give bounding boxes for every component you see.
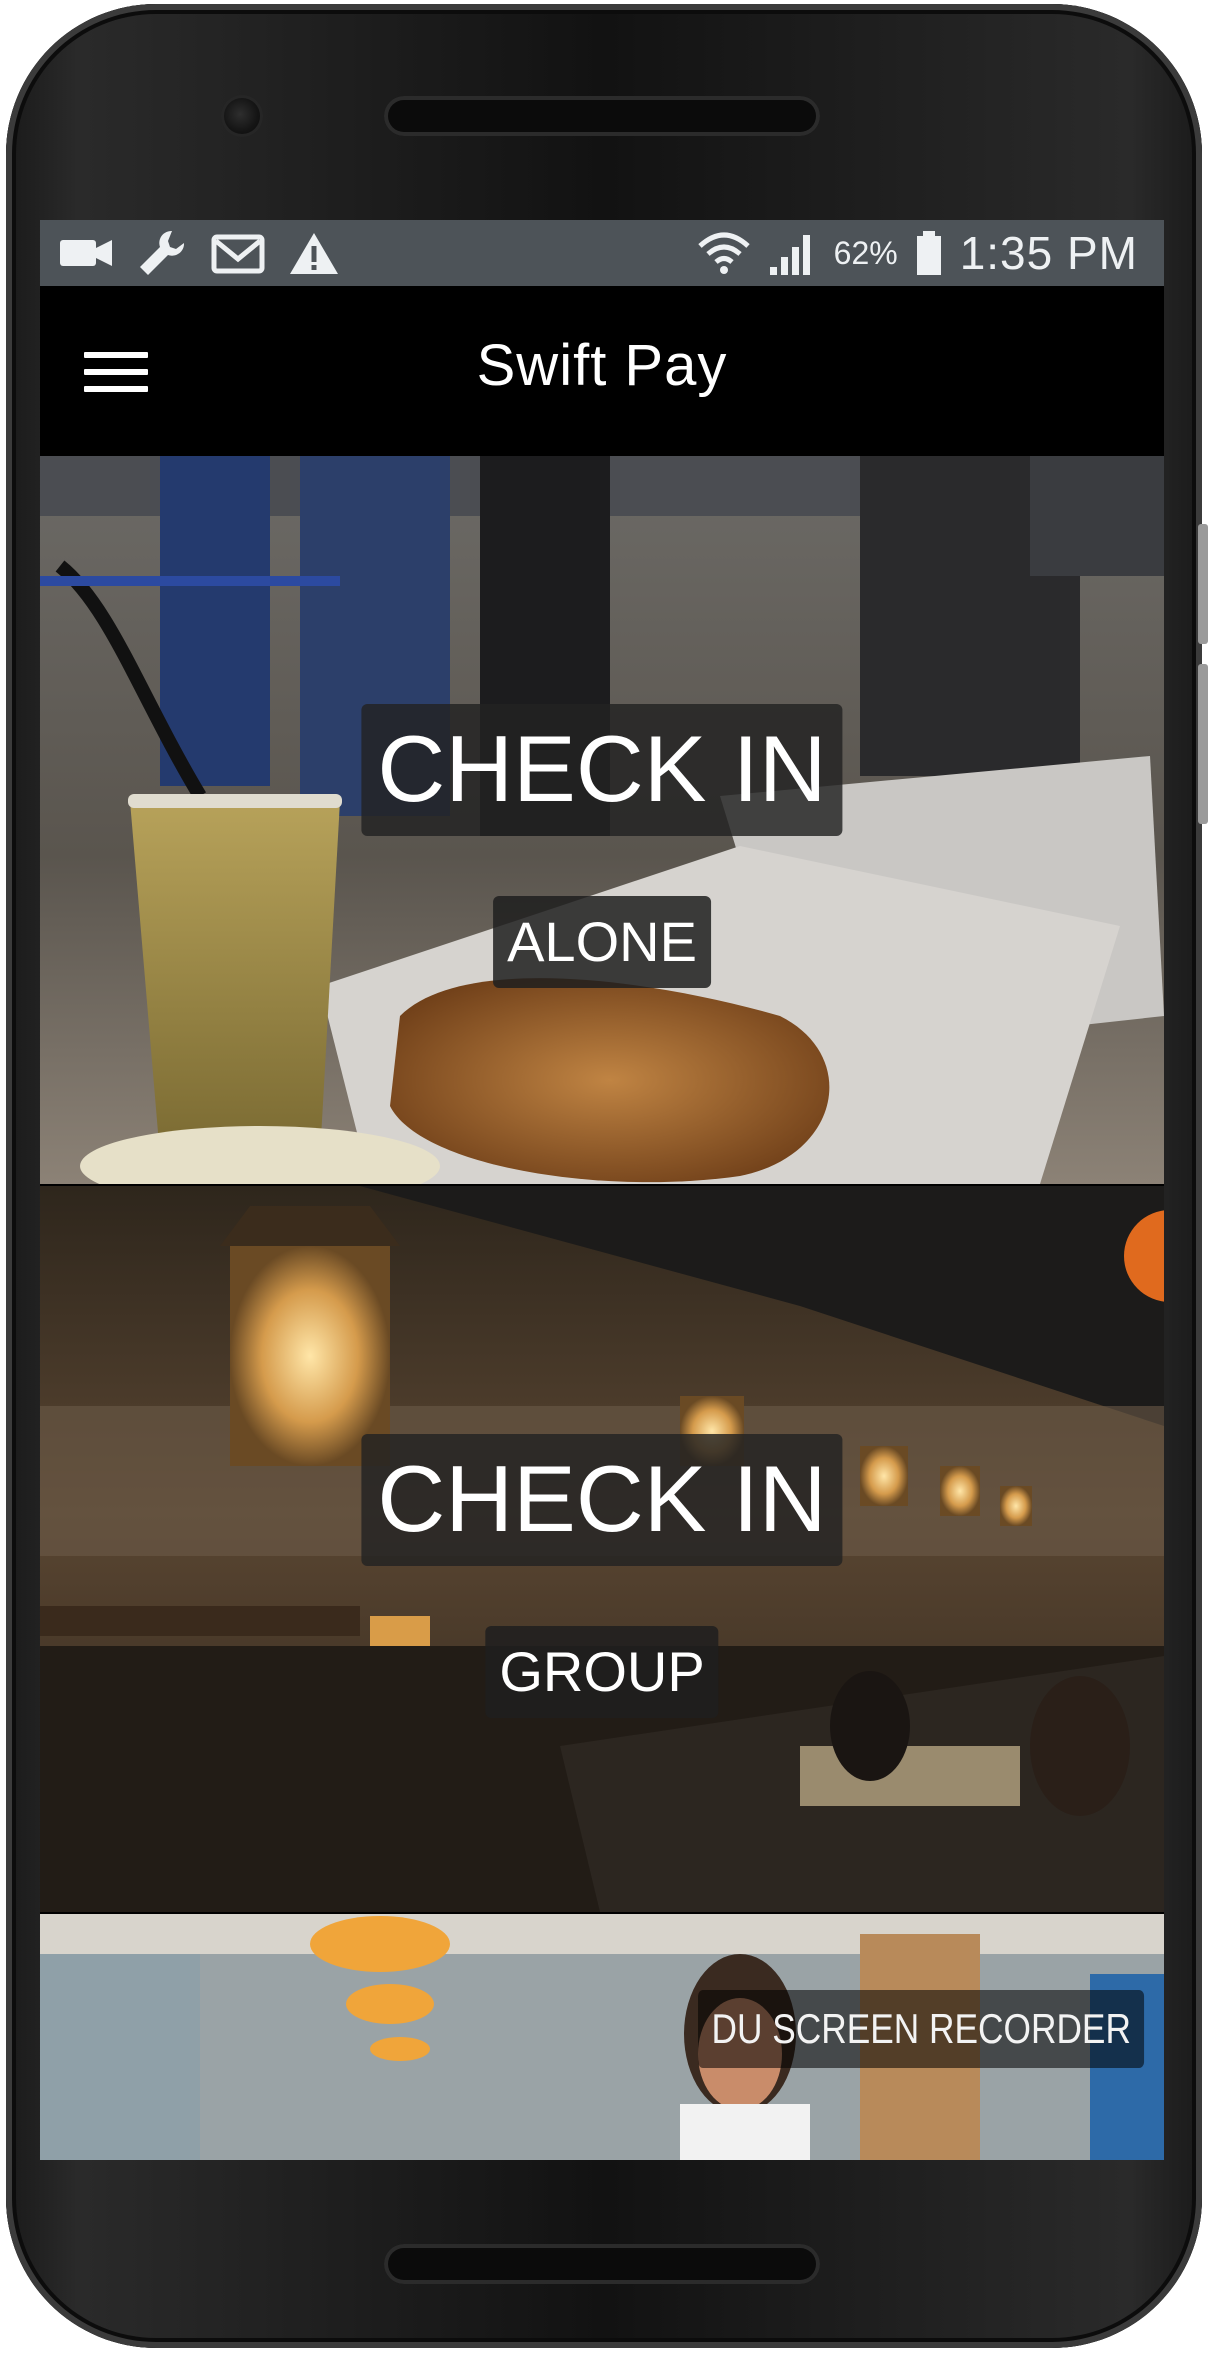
app-bar: Swift Pay [40, 286, 1164, 456]
check-in-alone-card[interactable]: CHECK IN ALONE [40, 456, 1164, 1184]
wrench-icon [140, 230, 185, 275]
battery-percent: 62% [833, 234, 898, 271]
video-camera-icon [60, 240, 112, 266]
group-label: GROUP [485, 1626, 719, 1718]
check-in-group-card[interactable]: CHECK IN GROUP [40, 1186, 1164, 1912]
third-card[interactable]: DU SCREEN RECORDER [40, 1914, 1164, 2160]
screen-recorder-watermark: DU SCREEN RECORDER [697, 1990, 1144, 2068]
device-screen: 62% 1:35 PM Swift Pay CHECK IN ALONE CHE… [40, 220, 1164, 2160]
warning-icon [290, 233, 338, 274]
bottom-speaker [384, 2244, 820, 2284]
status-bar: 62% 1:35 PM [40, 220, 1164, 286]
alone-label: ALONE [493, 896, 711, 988]
battery-icon [916, 231, 941, 275]
volume-button [1198, 524, 1208, 644]
front-camera [224, 98, 260, 134]
wifi-icon [697, 232, 750, 274]
gmail-icon [211, 234, 265, 274]
earpiece-speaker [384, 96, 820, 136]
status-time: 1:35 PM [959, 227, 1138, 279]
app-title: Swift Pay [476, 333, 728, 398]
check-in-title: CHECK IN [361, 1434, 843, 1566]
power-button [1198, 664, 1208, 824]
cell-signal-icon [769, 235, 810, 275]
check-in-title: CHECK IN [361, 704, 843, 836]
